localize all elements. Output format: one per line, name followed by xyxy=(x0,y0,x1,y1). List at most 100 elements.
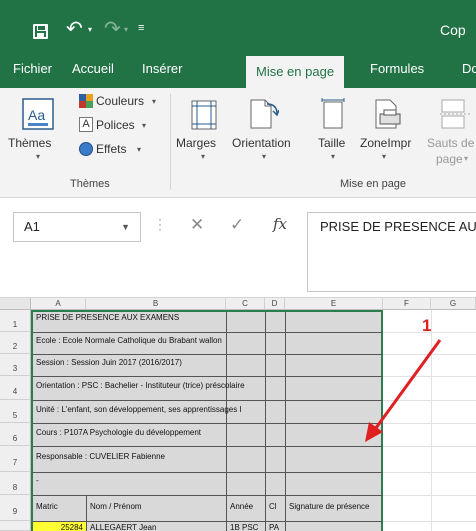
cell-a4[interactable]: Orientation : PSC : Bachelier - Institut… xyxy=(33,378,285,400)
tab-donnees[interactable]: Do xyxy=(462,50,476,88)
customize-qat-icon[interactable]: ≡ xyxy=(138,22,144,34)
colors-dropdown-icon[interactable]: ▾ xyxy=(152,97,156,106)
cell-border xyxy=(33,472,383,473)
row-header-9[interactable]: 9 xyxy=(0,495,31,521)
select-all-corner[interactable] xyxy=(0,298,31,310)
themes-button-label[interactable]: Thèmes xyxy=(8,136,51,150)
breaks-icon[interactable] xyxy=(440,98,470,135)
cell-cl-1[interactable]: PA xyxy=(266,522,285,531)
name-box-value: A1 xyxy=(24,219,40,234)
effects-dropdown-icon[interactable]: ▾ xyxy=(137,145,141,154)
row-header-8[interactable]: 8 xyxy=(0,472,31,495)
column-header-f[interactable]: F xyxy=(383,298,431,310)
undo-icon[interactable]: ↶ xyxy=(66,19,83,39)
name-box[interactable]: A1 ▼ xyxy=(13,212,141,242)
cell-a2[interactable]: Ecole : Ecole Normale Catholique du Brab… xyxy=(33,334,265,354)
breaks-button-label-2[interactable]: page xyxy=(436,152,463,166)
cell-border xyxy=(33,423,383,424)
document-title: Cop xyxy=(440,22,466,38)
cell-nom-1[interactable]: ALLEGAERT Jean xyxy=(87,522,226,531)
cell-matric-1[interactable]: 25284 xyxy=(33,522,86,531)
insert-function-icon[interactable]: fx xyxy=(273,215,287,233)
formula-bar-grip-icon[interactable]: ⋮ xyxy=(153,216,167,233)
column-header-c[interactable]: C xyxy=(226,298,265,310)
header-matric[interactable]: Matric xyxy=(33,497,86,521)
cell-a7[interactable]: Responsable : CUVELIER Fabienne xyxy=(33,448,265,472)
row-header-5[interactable]: 5 xyxy=(0,400,31,423)
breaks-button-label[interactable]: Sauts de xyxy=(427,136,474,150)
orientation-button-label[interactable]: Orientation xyxy=(232,136,291,150)
orientation-icon[interactable] xyxy=(249,96,280,135)
cell-a3[interactable]: Session : Session Juin 2017 (2016/2017) xyxy=(33,356,265,376)
cell-border xyxy=(33,446,383,447)
effects-icon[interactable] xyxy=(79,142,93,156)
themes-icon[interactable]: Aa xyxy=(22,98,54,135)
group-divider xyxy=(170,94,171,190)
header-cl[interactable]: Cl xyxy=(266,497,285,521)
column-header-b[interactable]: B xyxy=(86,298,226,310)
annotation-number: 1 xyxy=(422,316,432,335)
row-header-4[interactable]: 4 xyxy=(0,376,31,400)
row-header-2[interactable]: 2 xyxy=(0,332,31,354)
themes-dropdown-icon[interactable]: ▾ xyxy=(36,152,40,161)
undo-dropdown-icon[interactable]: ▾ xyxy=(88,25,92,34)
column-header-e[interactable]: E xyxy=(285,298,383,310)
cell-a5[interactable]: Unité : L'enfant, son développement, ses… xyxy=(33,402,285,423)
enter-icon[interactable]: ✓ xyxy=(230,215,244,235)
breaks-dropdown-icon[interactable]: ▾ xyxy=(464,154,468,163)
cell-annee-1[interactable]: 1B PSC xyxy=(227,522,265,531)
column-header-a[interactable]: A xyxy=(31,298,86,310)
cell-a8[interactable]: - xyxy=(33,474,83,495)
tab-formules[interactable]: Formules xyxy=(370,50,424,88)
margins-icon[interactable] xyxy=(191,100,217,135)
page-setup-group-label: Mise en page xyxy=(340,178,407,190)
title-bar: ↶ ▾ ↷ ▾ ≡ Cop xyxy=(0,0,476,50)
colors-icon[interactable] xyxy=(79,94,93,113)
orientation-dropdown-icon[interactable]: ▾ xyxy=(262,152,266,161)
svg-text:Aa: Aa xyxy=(28,107,45,123)
cell-border xyxy=(33,376,383,377)
print-area-dropdown-icon[interactable]: ▾ xyxy=(382,152,386,161)
tab-inserer[interactable]: Insérer xyxy=(142,50,182,88)
print-area-button-label[interactable]: ZoneImpr xyxy=(360,136,411,150)
fonts-button-label[interactable]: Polices xyxy=(96,118,135,132)
cell-border xyxy=(33,354,383,355)
row-header-6[interactable]: 6 xyxy=(0,423,31,446)
themes-group-label: Thèmes xyxy=(70,178,110,190)
size-dropdown-icon[interactable]: ▾ xyxy=(331,152,335,161)
cell-border xyxy=(33,332,383,333)
margins-dropdown-icon[interactable]: ▾ xyxy=(201,152,205,161)
print-area[interactable]: PRISE DE PRESENCE AUX EXAMENS Ecole : Ec… xyxy=(31,310,383,531)
name-box-dropdown-icon[interactable]: ▼ xyxy=(121,213,130,241)
tab-accueil[interactable]: Accueil xyxy=(72,50,114,88)
row-header-7[interactable]: 7 xyxy=(0,446,31,472)
spreadsheet-grid[interactable]: A B C D E F G 1 2 3 4 5 6 7 8 9 PRISE DE… xyxy=(0,298,476,531)
row-header-3[interactable]: 3 xyxy=(0,354,31,376)
tab-mise-en-page[interactable]: Mise en page xyxy=(246,56,345,88)
effects-button-label[interactable]: Effets xyxy=(96,142,126,156)
header-nom-prenom[interactable]: Nom / Prénom xyxy=(87,497,226,521)
formula-bar: A1 ▼ ⋮ ✕ ✓ fx PRISE DE PRESENCE AUX EXAME… xyxy=(0,198,476,298)
print-area-icon[interactable] xyxy=(372,98,402,135)
header-annee[interactable]: Année xyxy=(227,497,265,521)
cell-a1[interactable]: PRISE DE PRESENCE AUX EXAMENS xyxy=(33,312,226,332)
row-header-10[interactable] xyxy=(0,521,31,531)
fonts-dropdown-icon[interactable]: ▾ xyxy=(142,121,146,130)
margins-button-label[interactable]: Marges xyxy=(176,136,216,150)
colors-button-label[interactable]: Couleurs xyxy=(96,94,144,108)
annotation-arrow-icon xyxy=(365,339,442,442)
size-icon[interactable] xyxy=(320,98,346,135)
column-header-d[interactable]: D xyxy=(265,298,285,310)
cell-a6[interactable]: Cours : P107A Psychologie du développeme… xyxy=(33,425,265,446)
size-button-label[interactable]: Taille xyxy=(318,136,345,150)
cancel-icon[interactable]: ✕ xyxy=(190,215,204,235)
fonts-icon[interactable]: A xyxy=(79,117,93,132)
tab-fichier[interactable]: Fichier xyxy=(13,50,52,88)
redo-icon[interactable]: ↷ xyxy=(104,19,121,39)
save-icon[interactable] xyxy=(33,24,48,39)
row-header-1[interactable]: 1 xyxy=(0,310,31,332)
formula-input[interactable]: PRISE DE PRESENCE AUX EXAMENS xyxy=(307,212,476,292)
redo-dropdown-icon[interactable]: ▾ xyxy=(124,25,128,34)
header-signature[interactable]: Signature de présence xyxy=(286,497,383,521)
column-header-g[interactable]: G xyxy=(431,298,476,310)
